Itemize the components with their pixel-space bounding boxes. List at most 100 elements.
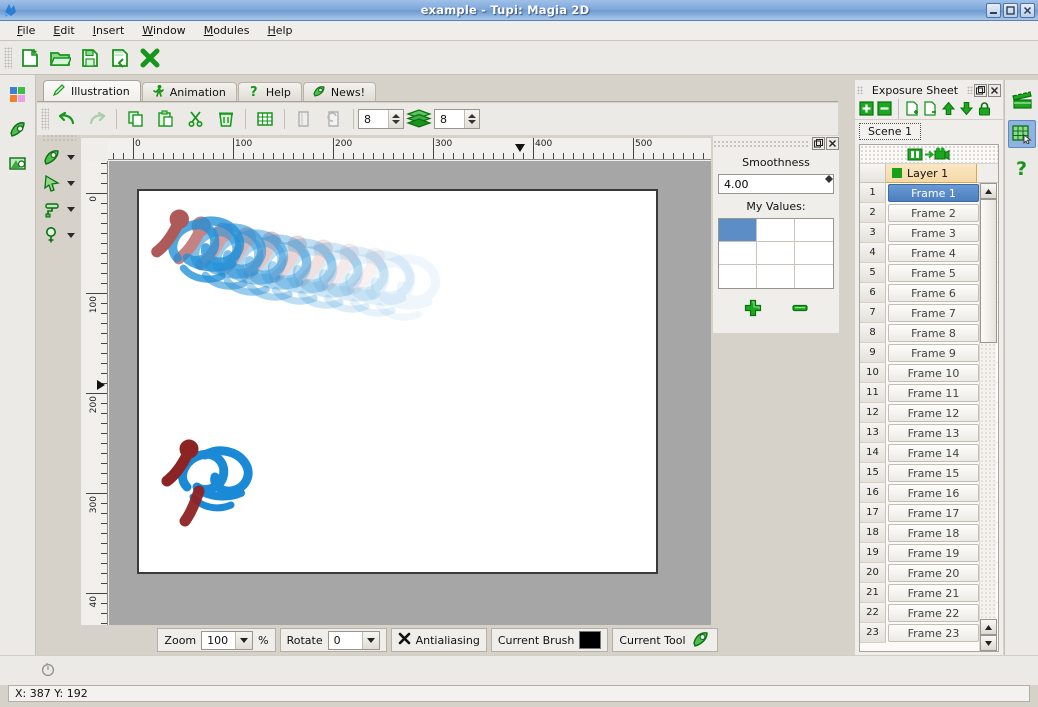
menu-insert[interactable]: Insert xyxy=(84,22,134,39)
spin-down-icon[interactable] xyxy=(392,120,400,124)
frame-cell[interactable]: Frame 20 xyxy=(888,564,979,582)
value-cell[interactable] xyxy=(719,219,757,242)
frame-number[interactable]: 23 xyxy=(860,623,886,643)
rotation-dial-icon[interactable] xyxy=(40,661,56,677)
frame-row[interactable]: 16 Frame 16 xyxy=(860,483,998,503)
value-cell[interactable] xyxy=(719,265,757,288)
frame-row[interactable]: 5 Frame 5 xyxy=(860,263,998,283)
value-cell[interactable] xyxy=(795,242,833,265)
value-cell[interactable] xyxy=(757,242,795,265)
frame-row[interactable]: 3 Frame 3 xyxy=(860,223,998,243)
frame-number[interactable]: 2 xyxy=(860,203,886,223)
insert-layer-button[interactable] xyxy=(904,100,921,118)
current-tool-group[interactable]: Current Tool xyxy=(612,628,718,652)
undo-button[interactable] xyxy=(52,105,82,133)
value-cell[interactable] xyxy=(757,265,795,288)
frame-number[interactable]: 12 xyxy=(860,403,886,423)
frame-number[interactable]: 14 xyxy=(860,443,886,463)
close-project-button[interactable] xyxy=(135,44,165,72)
close-icon[interactable] xyxy=(988,83,1001,97)
maximize-button[interactable] xyxy=(1003,2,1018,18)
frame-cell[interactable]: Frame 15 xyxy=(888,464,979,482)
frame-row[interactable]: 20 Frame 20 xyxy=(860,563,998,583)
frame-row[interactable]: 13 Frame 13 xyxy=(860,423,998,443)
chevron-down-icon[interactable] xyxy=(67,180,75,186)
drawing-canvas[interactable] xyxy=(137,189,658,574)
scroll-up-button[interactable] xyxy=(980,183,997,199)
frame-cell[interactable]: Frame 18 xyxy=(888,524,979,542)
frame-number[interactable]: 19 xyxy=(860,543,886,563)
remove-layer-button[interactable] xyxy=(922,100,939,118)
frame-row[interactable]: 14 Frame 14 xyxy=(860,443,998,463)
tab-news[interactable]: News! xyxy=(302,82,377,102)
frame-list[interactable]: 1 Frame 1 2 Frame 2 3 Frame 3 4 Frame 4 5 Frame 5… xyxy=(860,183,998,651)
move-up-button[interactable] xyxy=(940,100,957,118)
onion-skin-next-spin[interactable]: 8 xyxy=(434,109,480,129)
new-project-button[interactable] xyxy=(15,44,45,72)
layer-header-cell[interactable]: Layer 1 xyxy=(886,164,977,183)
frame-row[interactable]: 23 Frame 23 xyxy=(860,623,998,643)
frame-list-scrollbar[interactable] xyxy=(979,183,997,651)
edit-toolbar-grip[interactable] xyxy=(41,108,49,130)
frame-number[interactable]: 15 xyxy=(860,463,886,483)
move-down-button[interactable] xyxy=(958,100,975,118)
frame-row[interactable]: 8 Frame 8 xyxy=(860,323,998,343)
close-icon[interactable] xyxy=(826,136,839,150)
value-cell[interactable] xyxy=(795,219,833,242)
frame-row[interactable]: 6 Frame 6 xyxy=(860,283,998,303)
value-cell[interactable] xyxy=(757,219,795,242)
tool-column-grip[interactable] xyxy=(42,134,76,141)
frame-number[interactable]: 18 xyxy=(860,523,886,543)
tab-illustration[interactable]: Illustration xyxy=(43,80,141,102)
frame-cell[interactable]: Frame 6 xyxy=(888,284,979,302)
exposure-sheet-module-button[interactable] xyxy=(1007,120,1036,148)
spin-up-icon[interactable] xyxy=(392,114,400,118)
smoothness-panel-grip[interactable] xyxy=(713,139,809,147)
menu-window[interactable]: Window xyxy=(133,22,194,39)
frame-cell[interactable]: Frame 19 xyxy=(888,544,979,562)
frame-cell[interactable]: Frame 17 xyxy=(888,504,979,522)
antialiasing-group[interactable]: Antialiasing xyxy=(390,628,487,652)
scroll-down-button[interactable] xyxy=(980,635,997,651)
scrollbar-thumb[interactable] xyxy=(980,199,997,343)
frame-cell[interactable]: Frame 3 xyxy=(888,224,979,242)
chevron-down-icon[interactable] xyxy=(67,154,75,160)
current-brush-group[interactable]: Current Brush xyxy=(490,628,609,652)
frame-number[interactable]: 13 xyxy=(860,423,886,443)
frame-cell[interactable]: Frame 1 xyxy=(888,184,979,202)
frame-number[interactable]: 6 xyxy=(860,283,886,303)
chevron-down-icon[interactable] xyxy=(235,631,253,649)
color-palette-button[interactable] xyxy=(5,83,31,107)
frame-cell[interactable]: Frame 4 xyxy=(888,244,979,262)
frame-cell[interactable]: Frame 22 xyxy=(888,604,979,622)
frame-cell[interactable]: Frame 21 xyxy=(888,584,979,602)
frame-row[interactable]: 15 Frame 15 xyxy=(860,463,998,483)
frame-cell[interactable]: Frame 12 xyxy=(888,404,979,422)
animation-module-button[interactable] xyxy=(1008,86,1036,114)
frame-row[interactable]: 12 Frame 12 xyxy=(860,403,998,423)
frame-cell[interactable]: Frame 2 xyxy=(888,204,979,222)
library-button[interactable] xyxy=(5,151,31,175)
menu-edit[interactable]: Edit xyxy=(44,22,83,39)
value-cell[interactable] xyxy=(795,265,833,288)
smoothness-input[interactable]: 4.00 xyxy=(718,174,834,194)
frame-row[interactable]: 10 Frame 10 xyxy=(860,363,998,383)
add-frame-button[interactable] xyxy=(858,100,875,118)
frame-row[interactable]: 22 Frame 22 xyxy=(860,603,998,623)
undock-icon[interactable] xyxy=(974,83,987,97)
horizontal-ruler[interactable]: 0 100 200 300 400 500 xyxy=(108,138,711,160)
frame-number[interactable]: 1 xyxy=(860,183,886,203)
spin-up-icon[interactable] xyxy=(468,114,476,118)
frame-row[interactable]: 21 Frame 21 xyxy=(860,583,998,603)
copy-button[interactable] xyxy=(121,105,151,133)
frame-cell[interactable]: Frame 8 xyxy=(888,324,979,342)
frame-cell[interactable]: Frame 7 xyxy=(888,304,979,322)
value-cell[interactable] xyxy=(719,242,757,265)
filmstrip-to-camera-icon[interactable] xyxy=(860,145,998,164)
menu-modules[interactable]: Modules xyxy=(195,22,259,39)
scroll-down-button-upper[interactable] xyxy=(980,619,997,635)
frame-row[interactable]: 4 Frame 4 xyxy=(860,243,998,263)
frame-row[interactable]: 17 Frame 17 xyxy=(860,503,998,523)
current-brush-swatch[interactable] xyxy=(579,631,602,649)
chevron-down-icon[interactable] xyxy=(67,206,75,212)
